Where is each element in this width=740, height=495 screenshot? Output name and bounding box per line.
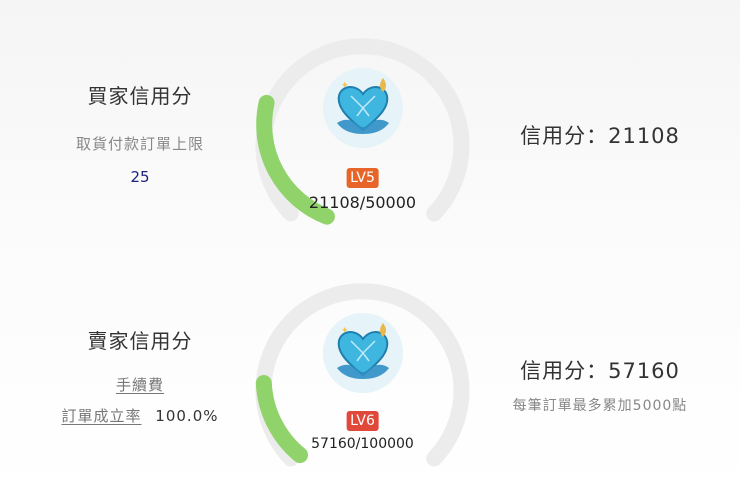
credit-score-page: 買家信用分 取貨付款訂單上限 25 ✦ LV5 21108/50000 信用分：…: [0, 0, 740, 495]
buyer-title: 買家信用分: [87, 84, 193, 108]
buyer-progress-text: 21108/50000: [308, 193, 417, 212]
fee-link[interactable]: 手續費: [116, 376, 164, 394]
heart-badge-icon: ✦: [323, 313, 403, 393]
order-rate-row: 訂單成立率 100.0%: [0, 405, 280, 426]
svg-text:✦: ✦: [341, 81, 349, 91]
seller-score-note: 每筆訂單最多累加5000點: [512, 398, 688, 414]
seller-score-panel: 信用分：57160 每筆訂單最多累加5000點: [460, 355, 740, 415]
heart-badge-icon: ✦: [323, 68, 403, 148]
buyer-credit-card: 買家信用分 取貨付款訂單上限 25 ✦ LV5 21108/50000 信用分：…: [0, 0, 740, 240]
seller-level-badge: LV6: [346, 411, 379, 431]
buyer-score: 信用分：21108: [520, 124, 680, 148]
buyer-limit-label: 取貨付款訂單上限: [75, 135, 204, 153]
order-rate-link[interactable]: 訂單成立率: [62, 407, 142, 425]
buyer-level-badge: LV5: [346, 168, 379, 188]
seller-credit-card: 賣家信用分 手續費 訂單成立率 100.0% ✦ LV6 57160/10000…: [0, 255, 740, 495]
buyer-gauge: ✦ LV5 21108/50000: [255, 18, 470, 233]
buyer-score-panel: 信用分：21108: [460, 120, 740, 150]
seller-gauge: ✦ LV6 57160/100000: [255, 263, 470, 478]
buyer-limit-value: 25: [130, 168, 150, 186]
svg-text:✦: ✦: [341, 326, 349, 336]
seller-progress-text: 57160/100000: [311, 436, 414, 452]
seller-title: 賣家信用分: [87, 329, 193, 353]
buyer-info: 買家信用分 取貨付款訂單上限 25: [0, 80, 280, 186]
seller-info: 賣家信用分 手續費 訂單成立率 100.0%: [0, 325, 280, 426]
order-rate-value: 100.0%: [155, 407, 219, 425]
seller-score: 信用分：57160: [520, 359, 680, 383]
